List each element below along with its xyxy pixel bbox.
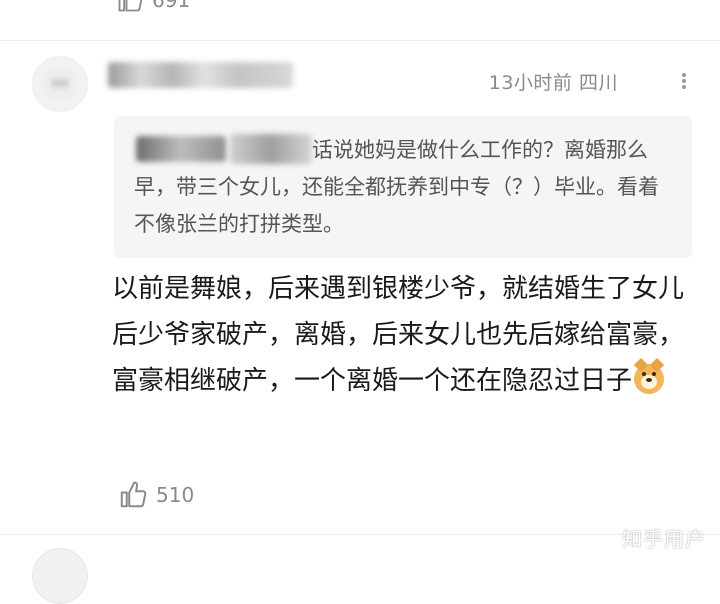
quoted-comment-text: 话说她妈是做什么工作的？离婚那么早，带三个女儿，还能全都抚养到中专（？）毕业。看…	[134, 138, 659, 236]
comment-time: 13小时前	[488, 72, 573, 94]
thumbs-up-icon	[120, 481, 147, 508]
comment-location: 四川	[578, 72, 618, 94]
like-count: 510	[156, 483, 195, 507]
comment-meta: 13小时前 四川	[489, 68, 618, 95]
watermark: 知乎用户	[622, 527, 706, 551]
username-blurred[interactable]	[108, 62, 293, 88]
previous-like-button[interactable]: 691	[116, 0, 190, 14]
thumbs-up-icon	[118, 0, 143, 12]
previous-like-count: 691	[152, 0, 191, 12]
next-avatar[interactable]	[32, 548, 88, 604]
avatar[interactable]	[32, 56, 88, 112]
dog-face-emoji	[633, 357, 665, 394]
more-vertical-icon[interactable]	[673, 70, 695, 92]
reply-text: 以前是舞娘，后来遇到银楼少爷，就结婚生了女儿后少爷家破产，离婚，后来女儿也先后嫁…	[112, 274, 685, 396]
comment-divider	[0, 40, 720, 41]
comment-divider	[0, 534, 720, 535]
like-button[interactable]: 510	[118, 480, 194, 510]
reply-text-block: 以前是舞娘，后来遇到银楼少爷，就结婚生了女儿后少爷家破产，离婚，后来女儿也先后嫁…	[112, 266, 702, 404]
